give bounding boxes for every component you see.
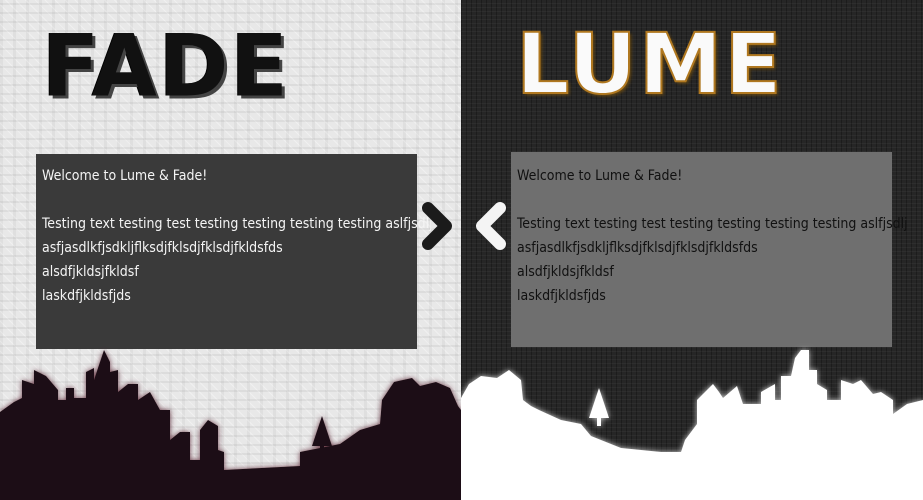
fade-welcome-text: Welcome to Lume & Fade! <box>42 168 208 184</box>
lume-city-skyline <box>461 350 923 500</box>
fade-body-line-2: asfjasdlkfjsdkljflksdjfklsdjfklsdjfkldsf… <box>42 240 283 256</box>
lume-side: LUME Welcome to Lume & Fade! Testing tex… <box>461 0 923 500</box>
chevron-right-icon <box>422 202 452 250</box>
lume-body-line-4: laskdfjkldsfjds <box>517 288 606 304</box>
lume-body-line-3: alsdfjkldsjfkldsf <box>517 264 614 280</box>
fade-content-panel: Welcome to Lume & Fade! Testing text tes… <box>36 154 433 349</box>
lume-welcome-text: Welcome to Lume & Fade! <box>517 168 683 184</box>
lume-arrow-button[interactable] <box>464 198 516 254</box>
fade-arrow-button[interactable] <box>418 198 461 254</box>
lume-body-line-1: Testing text testing test testing testin… <box>517 216 908 232</box>
fade-city-skyline <box>0 350 461 500</box>
lume-content-panel: Welcome to Lume & Fade! Testing text tes… <box>511 152 908 347</box>
chevron-left-icon <box>476 202 506 250</box>
lume-logo: LUME <box>515 14 784 114</box>
fade-logo: FADE <box>42 16 290 116</box>
fade-side: FADE Welcome to Lume & Fade! Testing tex… <box>0 0 461 500</box>
lume-spacer <box>517 188 886 212</box>
fade-spacer <box>42 188 411 212</box>
fade-body-line-4: laskdfjkldsfjds <box>42 288 131 304</box>
fade-body-line-1: Testing text testing test testing testin… <box>42 216 433 232</box>
lume-body-line-2: asfjasdlkfjsdkljflksdjfklsdjfklsdjfkldsf… <box>517 240 758 256</box>
fade-body-line-3: alsdfjkldsjfkldsf <box>42 264 139 280</box>
